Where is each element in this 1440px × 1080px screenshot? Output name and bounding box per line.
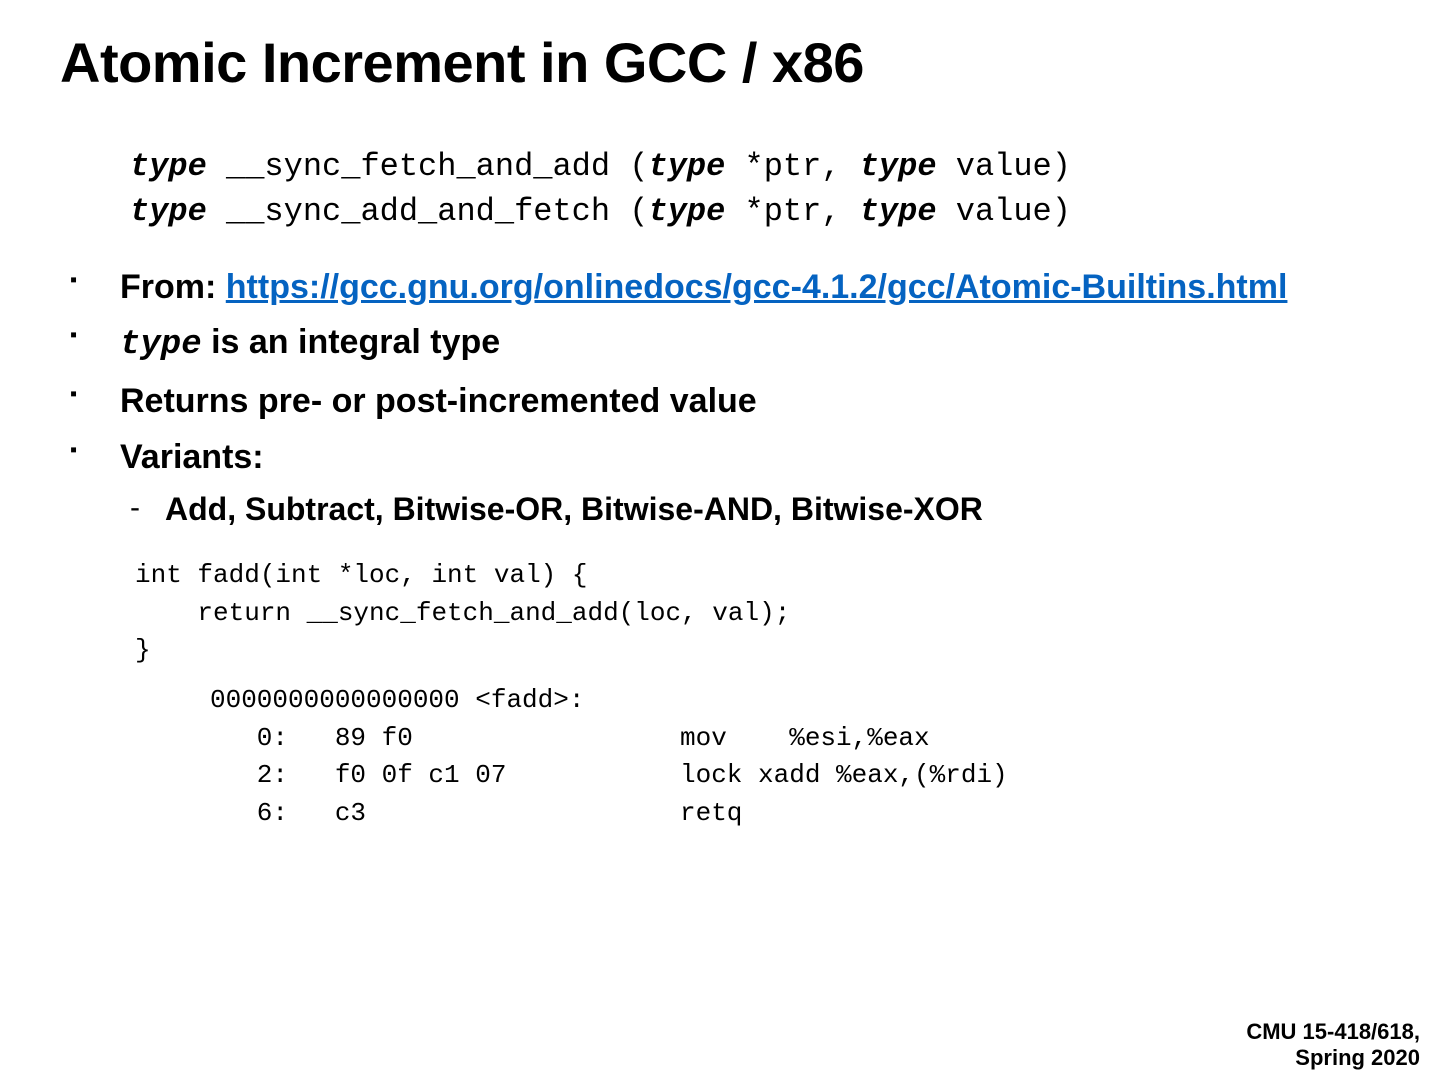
type-keyword: type xyxy=(120,326,202,364)
code-line: int fadd(int *loc, int val) { xyxy=(135,557,1380,595)
bullet-variants: Variants: Add, Subtract, Bitwise-OR, Bit… xyxy=(60,435,1380,532)
asm-bytes: 6: c3 xyxy=(210,795,680,833)
type-keyword: type xyxy=(130,193,207,230)
prototype-line-1: type __sync_fetch_and_add (type *ptr, ty… xyxy=(130,145,1380,190)
variants-item: Add, Subtract, Bitwise-OR, Bitwise-AND, … xyxy=(120,487,1380,532)
bullet-returns: Returns pre- or post-incremented value xyxy=(60,379,1380,425)
type-keyword: type xyxy=(860,193,937,230)
slide: Atomic Increment in GCC / x86 type __syn… xyxy=(0,0,1440,1080)
from-label: From: xyxy=(120,268,226,306)
type-keyword: type xyxy=(648,193,725,230)
asm-instr: lock xadd %eax,(%rdi) xyxy=(680,757,1008,795)
type-keyword: type xyxy=(860,148,937,185)
slide-title: Atomic Increment in GCC / x86 xyxy=(60,30,1380,95)
asm-instr: retq xyxy=(680,795,742,833)
type-keyword: type xyxy=(130,148,207,185)
bullet-type-text: is an integral type xyxy=(202,323,501,361)
asm-row: 6: c3 retq xyxy=(210,795,1380,833)
footer-course: CMU 15-418/618, xyxy=(1246,1019,1420,1044)
bullet-from: From: https://gcc.gnu.org/onlinedocs/gcc… xyxy=(60,265,1380,311)
code-line: return __sync_fetch_and_add(loc, val); xyxy=(135,595,1380,633)
variants-label: Variants: xyxy=(120,438,264,476)
slide-footer: CMU 15-418/618, Spring 2020 xyxy=(1246,1019,1420,1070)
asm-instr: mov %esi,%eax xyxy=(680,720,930,758)
asm-row: 2: f0 0f c1 07 lock xadd %eax,(%rdi) xyxy=(210,757,1380,795)
code-line: } xyxy=(135,632,1380,670)
asm-row: 0: 89 f0 mov %esi,%eax xyxy=(210,720,1380,758)
gcc-docs-link[interactable]: https://gcc.gnu.org/onlinedocs/gcc-4.1.2… xyxy=(226,268,1288,306)
asm-bytes: 0: 89 f0 xyxy=(210,720,680,758)
asm-bytes: 2: f0 0f c1 07 xyxy=(210,757,680,795)
asm-header: 0000000000000000 <fadd>: xyxy=(210,682,1380,720)
bullet-type: type is an integral type xyxy=(60,320,1380,369)
prototype-block: type __sync_fetch_and_add (type *ptr, ty… xyxy=(130,145,1380,235)
asm-block: 0000000000000000 <fadd>: 0: 89 f0 mov %e… xyxy=(210,682,1380,833)
bullet-list: From: https://gcc.gnu.org/onlinedocs/gcc… xyxy=(60,265,1380,532)
footer-term: Spring 2020 xyxy=(1246,1045,1420,1070)
prototype-line-2: type __sync_add_and_fetch (type *ptr, ty… xyxy=(130,190,1380,235)
variants-sublist: Add, Subtract, Bitwise-OR, Bitwise-AND, … xyxy=(120,487,1380,532)
type-keyword: type xyxy=(648,148,725,185)
c-code-block: int fadd(int *loc, int val) { return __s… xyxy=(135,557,1380,670)
